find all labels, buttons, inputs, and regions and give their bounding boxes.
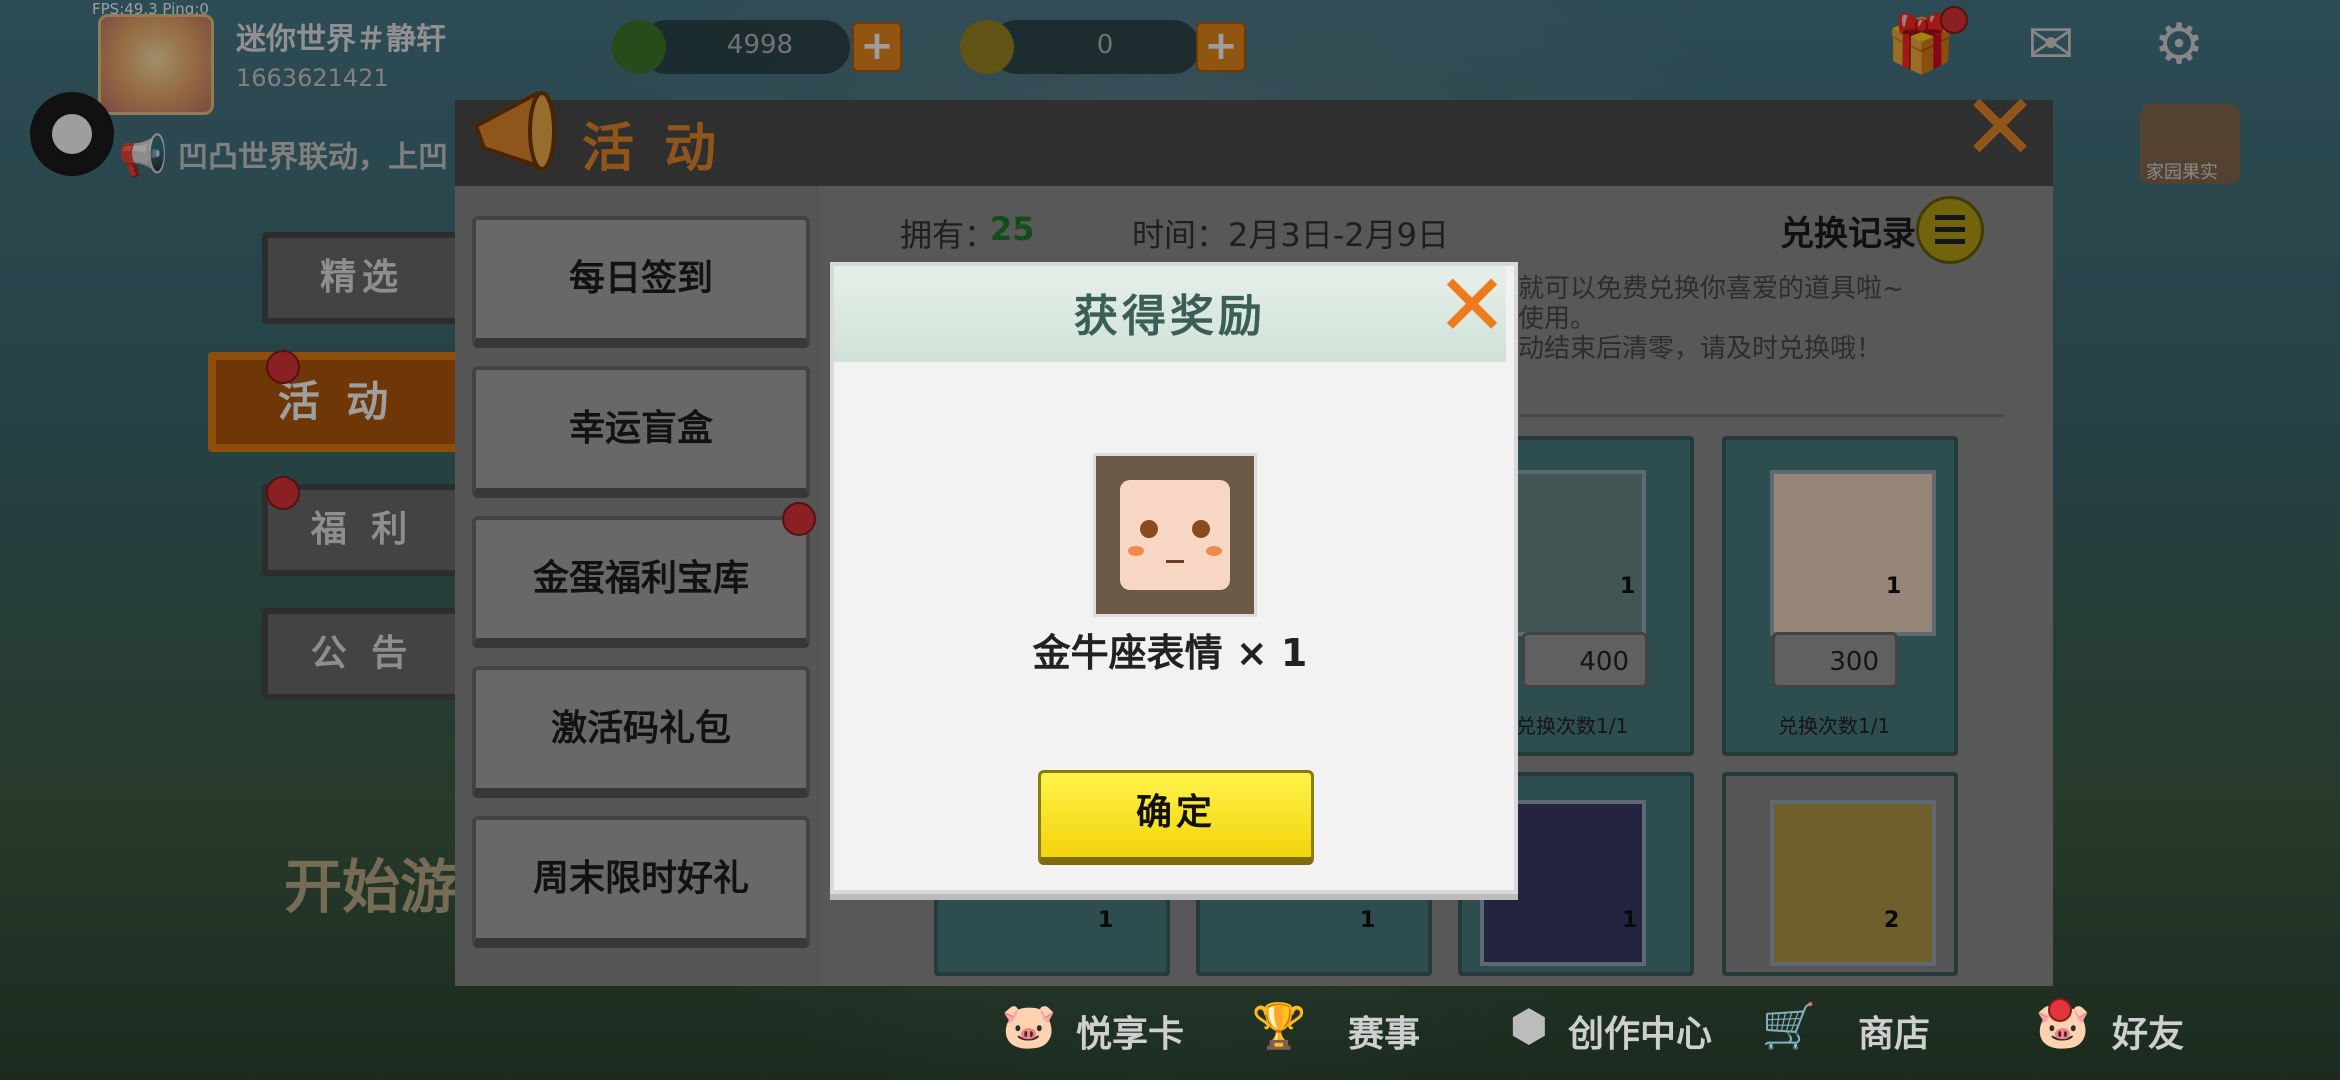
reward-modal-title: 获得奖励 <box>1074 291 1266 342</box>
shop-cart-icon[interactable]: 🛒 <box>1760 1000 1818 1054</box>
reward-text: 金牛座表情 × 1 <box>1032 631 1308 675</box>
nav-friends[interactable]: 好友 <box>2112 1005 2184 1057</box>
trophy-icon[interactable]: 🏆 <box>1250 1000 1308 1054</box>
friends-badge <box>2048 998 2072 1022</box>
creation-center-icon[interactable]: ⬢ <box>1500 1000 1558 1054</box>
close-reward-modal-icon[interactable]: ✕ <box>1436 263 1508 349</box>
nav-shop[interactable]: 商店 <box>1858 1005 1930 1057</box>
pass-card-icon[interactable]: 🐷 <box>1000 1000 1058 1054</box>
nav-creation-center[interactable]: 创作中心 <box>1568 1005 1712 1057</box>
taurus-expression-icon <box>1093 453 1257 617</box>
nav-pass-card[interactable]: 悦享卡 <box>1076 1005 1184 1057</box>
confirm-button[interactable]: 确定 <box>1038 770 1314 865</box>
nav-events[interactable]: 赛事 <box>1348 1005 1420 1057</box>
